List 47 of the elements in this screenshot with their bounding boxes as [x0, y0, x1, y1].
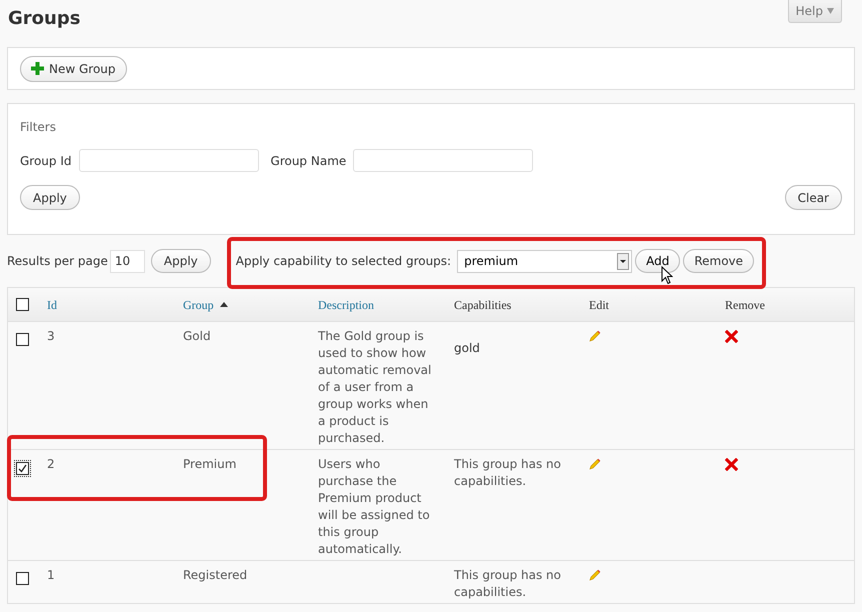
- row-checkbox[interactable]: [16, 462, 29, 475]
- field-label: Group Name: [270, 152, 346, 170]
- description-cell: The Gold group is used to show how automatic removal of a user from a group works when a product is purchased.: [318, 329, 432, 445]
- column-header[interactable]: Description: [318, 296, 374, 314]
- id-cell: 1: [47, 568, 55, 582]
- select-all-checkbox[interactable]: [16, 298, 29, 311]
- column-header[interactable]: Id: [47, 296, 57, 314]
- help-tab[interactable]: Help: [788, 0, 842, 23]
- column-header: Capabilities: [454, 296, 512, 314]
- pencil-icon[interactable]: [589, 330, 601, 342]
- caret-icon: [827, 8, 834, 14]
- remove-button[interactable]: Remove: [683, 249, 754, 273]
- capability-select[interactable]: premium: [457, 250, 632, 272]
- new-group-button[interactable]: New Group: [20, 56, 127, 82]
- column-header[interactable]: Group: [183, 296, 228, 314]
- row-checkbox[interactable]: [16, 572, 29, 585]
- pencil-icon[interactable]: [589, 458, 601, 470]
- description-cell: Users who purchase the Premium product will be assigned to this group automatically.: [318, 457, 430, 556]
- plus-icon: [31, 62, 44, 75]
- sort-arrow-icon: [220, 302, 228, 307]
- column-header: Edit: [589, 296, 609, 314]
- add-button[interactable]: Add: [635, 249, 680, 273]
- delete-icon[interactable]: [725, 330, 738, 343]
- capabilities-note: This group has no capabilities.: [454, 568, 561, 599]
- group-cell: Registered: [183, 568, 248, 582]
- results-per-page-label: Results per page: [7, 253, 108, 270]
- clear-button[interactable]: Clear: [784, 185, 842, 210]
- results-per-page-field[interactable]: 10: [110, 250, 145, 272]
- delete-icon[interactable]: [725, 458, 738, 471]
- filters-heading: Filters: [20, 119, 57, 136]
- pencil-icon[interactable]: [589, 569, 601, 581]
- apply-button[interactable]: Apply: [150, 249, 211, 273]
- capability-label: Apply capability to selected groups:: [236, 253, 452, 270]
- page-title: Groups: [8, 10, 80, 28]
- row-checkbox[interactable]: [16, 333, 29, 346]
- id-cell: 2: [47, 457, 55, 471]
- field-label: Group Id: [20, 152, 72, 170]
- apply-button[interactable]: Apply: [20, 185, 80, 210]
- column-header: Remove: [725, 296, 765, 314]
- group-cell: Premium: [183, 457, 236, 471]
- id-cell: 3: [47, 329, 55, 343]
- capabilities-note: This group has no capabilities.: [454, 457, 561, 488]
- capability-item: gold: [454, 340, 481, 357]
- text-field[interactable]: [353, 149, 534, 172]
- text-field[interactable]: [78, 149, 259, 172]
- mouse-pointer-icon: [660, 266, 673, 285]
- group-cell: Gold: [183, 329, 211, 343]
